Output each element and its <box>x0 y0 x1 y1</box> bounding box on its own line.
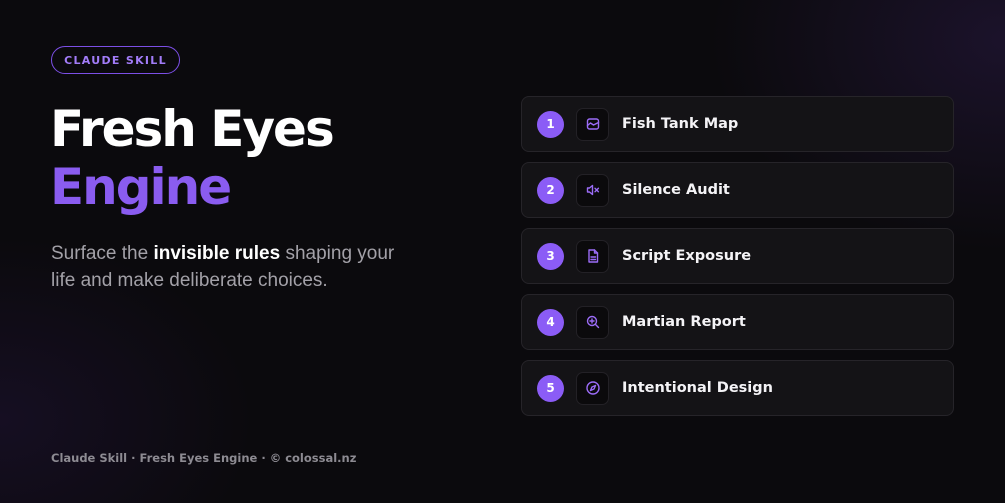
step-number: 1 <box>546 117 555 131</box>
badge-label: CLAUDE SKILL <box>64 53 167 67</box>
step-item-script-exposure[interactable]: 3 Script Exposure <box>521 228 954 284</box>
step-icon-container <box>576 371 609 405</box>
step-icon-container <box>576 107 609 141</box>
step-item-martian-report[interactable]: 4 Martian Report <box>521 294 954 350</box>
step-number: 5 <box>546 381 555 395</box>
title-line-1: Fresh Eyes <box>50 100 335 158</box>
step-number-badge: 5 <box>537 374 564 402</box>
step-label: Martian Report <box>622 314 746 330</box>
title-line-2: Engine <box>50 158 232 216</box>
step-number-badge: 2 <box>537 176 564 204</box>
step-label: Script Exposure <box>622 248 752 264</box>
footer-credit: Claude Skill · Fresh Eyes Engine · © col… <box>51 451 357 465</box>
step-item-intentional-design[interactable]: 5 Intentional Design <box>521 360 954 416</box>
page-subtitle: Surface the invisible rules shaping your… <box>51 240 411 294</box>
step-number-badge: 3 <box>537 242 564 270</box>
subtitle-text-before: Surface the <box>51 243 154 264</box>
step-label: Silence Audit <box>622 182 730 198</box>
page-title: Fresh Eyes Engine <box>50 100 335 216</box>
subtitle-emphasis: invisible rules <box>153 243 281 264</box>
step-number-badge: 4 <box>537 308 564 336</box>
step-label: Intentional Design <box>622 380 773 396</box>
compass-icon <box>585 381 600 395</box>
step-number-badge: 1 <box>537 110 564 138</box>
step-icon-container <box>576 173 609 207</box>
step-icon-container <box>576 305 609 339</box>
step-number: 3 <box>546 249 555 263</box>
image-frame-icon <box>586 118 599 130</box>
zoom-search-icon <box>586 315 599 329</box>
step-item-silence-audit[interactable]: 2 Silence Audit <box>521 162 954 218</box>
step-number: 4 <box>546 315 555 329</box>
document-icon <box>587 249 598 263</box>
step-icon-container <box>576 239 609 273</box>
steps-list: 1 Fish Tank Map 2 Silence Audit 3 Script… <box>521 96 954 426</box>
speaker-mute-icon <box>586 184 599 196</box>
step-label: Fish Tank Map <box>622 116 739 132</box>
claude-skill-badge: CLAUDE SKILL <box>51 46 180 74</box>
step-number: 2 <box>546 183 555 197</box>
step-item-fish-tank-map[interactable]: 1 Fish Tank Map <box>521 96 954 152</box>
